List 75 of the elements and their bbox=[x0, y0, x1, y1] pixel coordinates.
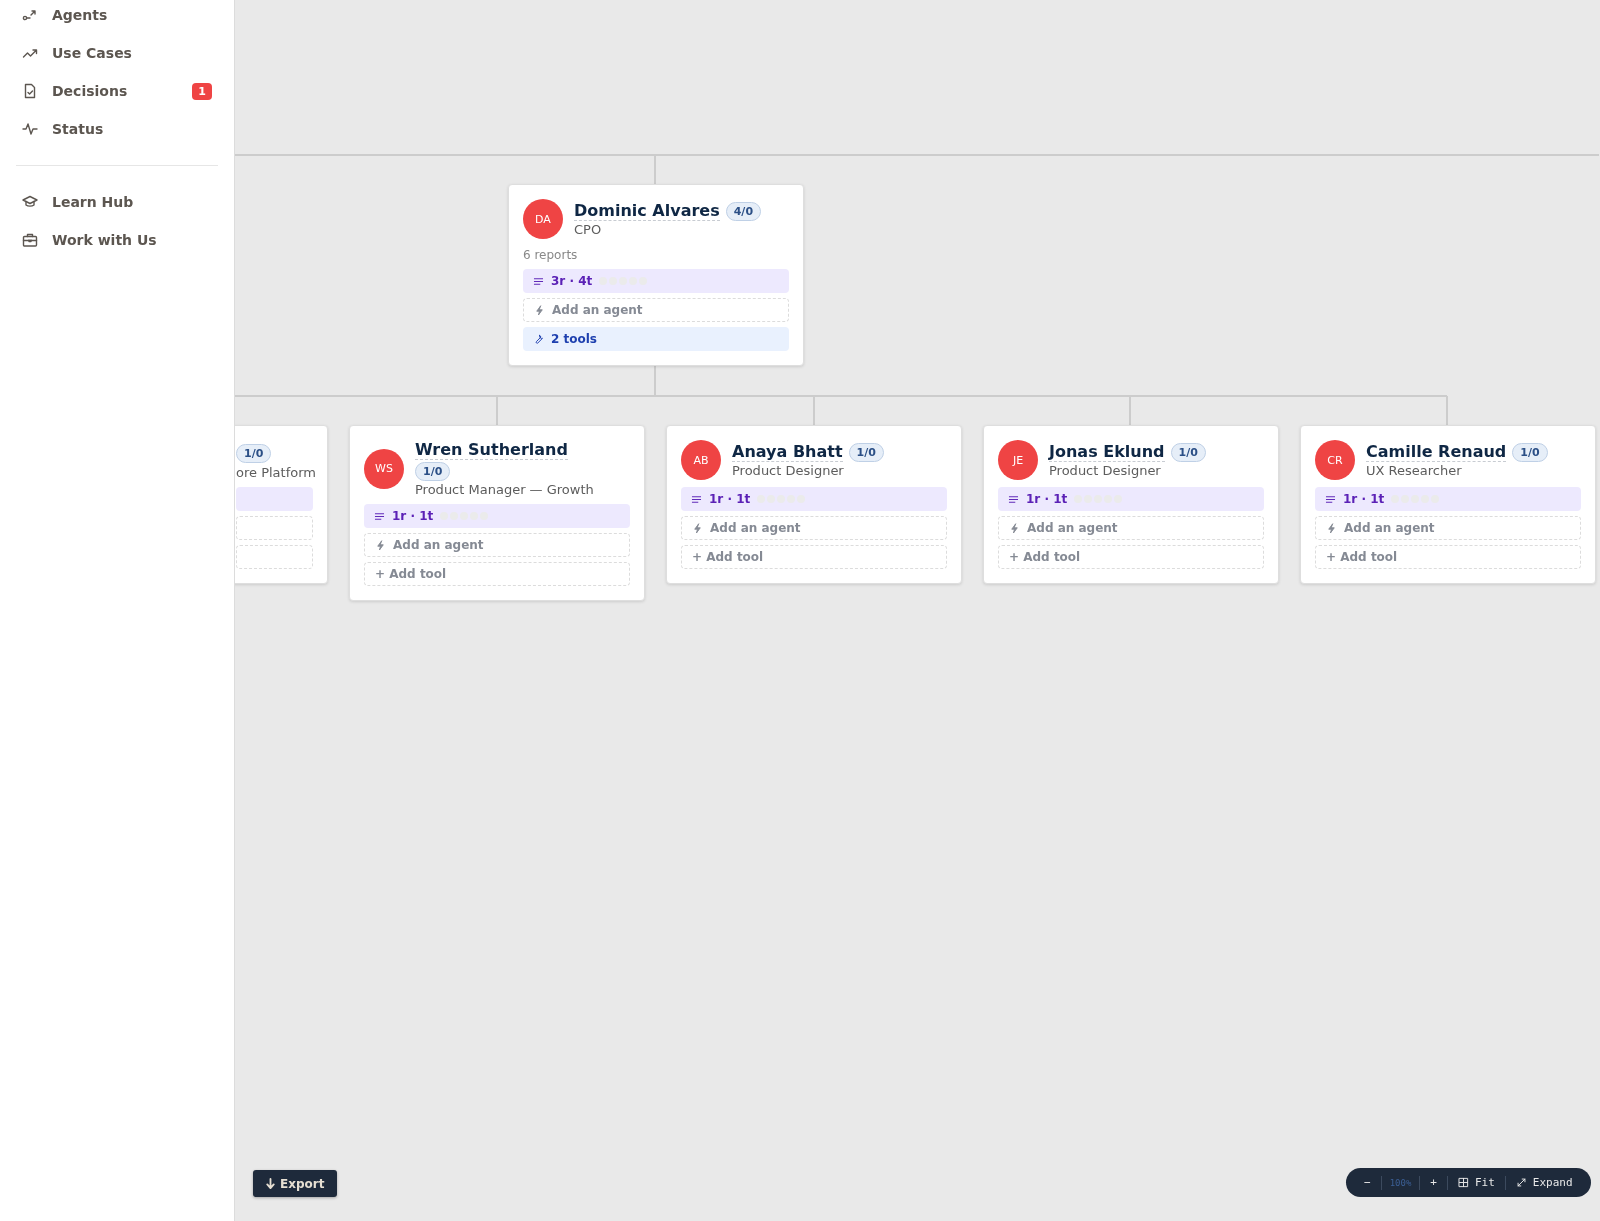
role-text: Product Manager — Growth bbox=[415, 482, 595, 497]
avatar: AB bbox=[681, 440, 721, 480]
expand-icon bbox=[1515, 1177, 1527, 1188]
person-name[interactable]: Jonas Eklund bbox=[1049, 442, 1165, 462]
stats-row[interactable]: 1r · 1t bbox=[1315, 487, 1581, 511]
stats-text: 3r · 4t bbox=[551, 274, 593, 288]
list-icon bbox=[1325, 493, 1336, 505]
sidebar-item[interactable]: Work with Us bbox=[16, 221, 218, 259]
lightning-icon bbox=[1326, 522, 1337, 534]
role-text: Product Designer bbox=[732, 463, 845, 478]
avatar: CR bbox=[1315, 440, 1355, 480]
person-name[interactable]: Camille Renaud bbox=[1366, 442, 1507, 462]
stats-row[interactable]: 3r · 4t bbox=[523, 269, 789, 293]
tools-button[interactable]: 2 tools bbox=[523, 327, 789, 351]
count-badge: 1/0 bbox=[1170, 442, 1206, 462]
stats-text: 1r · 1t bbox=[392, 509, 434, 523]
lightning-icon bbox=[692, 522, 703, 534]
grid-icon bbox=[1457, 1177, 1469, 1188]
stats-row[interactable]: 1r · 1t bbox=[998, 487, 1264, 511]
stats-text: 1r · 1t bbox=[1026, 492, 1068, 506]
person-name[interactable]: Anaya Bhatt bbox=[732, 442, 843, 462]
reports-count: 6 reports bbox=[523, 248, 579, 262]
add-agent-button[interactable] bbox=[236, 516, 313, 540]
sidebar-item-label: Agents bbox=[52, 7, 109, 23]
avatar: WS bbox=[364, 448, 404, 489]
expand-button[interactable]: Expand bbox=[1505, 1172, 1583, 1193]
add-tool-button[interactable] bbox=[236, 545, 313, 569]
sidebar-item[interactable]: Use Cases bbox=[16, 34, 218, 72]
stats-text: 1r · 1t bbox=[1343, 492, 1385, 506]
role-text: UX Researcher bbox=[1366, 463, 1463, 478]
stats-row[interactable]: 1r · 1t bbox=[681, 487, 947, 511]
avatar: DA bbox=[523, 199, 563, 239]
lightning-icon bbox=[1009, 522, 1020, 534]
count-badge: 1 bbox=[192, 82, 212, 100]
stats-row[interactable]: 1r · 1t bbox=[364, 504, 630, 528]
list-icon bbox=[533, 275, 544, 287]
count-badge: 1/0 bbox=[1512, 442, 1548, 462]
sidebar-item-label: Learn Hub bbox=[52, 194, 135, 210]
avatar: JE bbox=[998, 440, 1038, 480]
briefcase-icon bbox=[22, 232, 38, 248]
zoom-in-button[interactable]: + bbox=[1420, 1172, 1447, 1193]
list-icon bbox=[691, 493, 702, 505]
count-badge: 1/0 bbox=[848, 442, 884, 462]
stats-text: 1r · 1t bbox=[709, 492, 751, 506]
agent-link-icon bbox=[22, 7, 38, 23]
sidebar-item[interactable]: Decisions 1 bbox=[16, 72, 218, 110]
role-text: Product Designer bbox=[1049, 463, 1162, 478]
sidebar-item-label: Status bbox=[52, 121, 105, 137]
wrench-icon bbox=[533, 333, 544, 345]
sidebar-item-label: Work with Us bbox=[52, 232, 158, 248]
sidebar-item[interactable]: Learn Hub bbox=[16, 183, 218, 221]
count-badge: 4/0 bbox=[725, 201, 762, 221]
zoom-out-button[interactable]: − bbox=[1354, 1172, 1381, 1193]
pulse-icon bbox=[22, 121, 38, 137]
document-check-icon bbox=[22, 83, 38, 99]
person-name[interactable]: Dominic Alvares bbox=[574, 201, 720, 221]
sidebar-item-label: Use Cases bbox=[52, 45, 133, 61]
role-text: ore Platform bbox=[236, 465, 313, 480]
sidebar-item[interactable]: Agents bbox=[16, 0, 218, 34]
count-badge: 1/0 bbox=[415, 462, 451, 481]
stats-row[interactable] bbox=[236, 487, 313, 511]
download-icon bbox=[266, 1178, 275, 1189]
role-text: CPO bbox=[574, 222, 603, 237]
list-icon bbox=[1008, 493, 1019, 505]
export-button[interactable]: Export bbox=[253, 1170, 338, 1197]
zoom-level: 100% bbox=[1388, 1177, 1413, 1188]
count-badge: 1/0 bbox=[236, 444, 272, 463]
list-icon bbox=[374, 510, 385, 522]
lightning-icon bbox=[534, 304, 545, 316]
sidebar-item[interactable]: Status bbox=[16, 110, 218, 148]
person-name[interactable]: Wren Sutherland bbox=[415, 440, 568, 460]
sidebar-item-label: Decisions bbox=[52, 83, 129, 99]
graduation-cap-icon bbox=[22, 194, 38, 210]
fit-button[interactable]: Fit bbox=[1447, 1172, 1505, 1193]
lightning-icon bbox=[375, 539, 386, 551]
